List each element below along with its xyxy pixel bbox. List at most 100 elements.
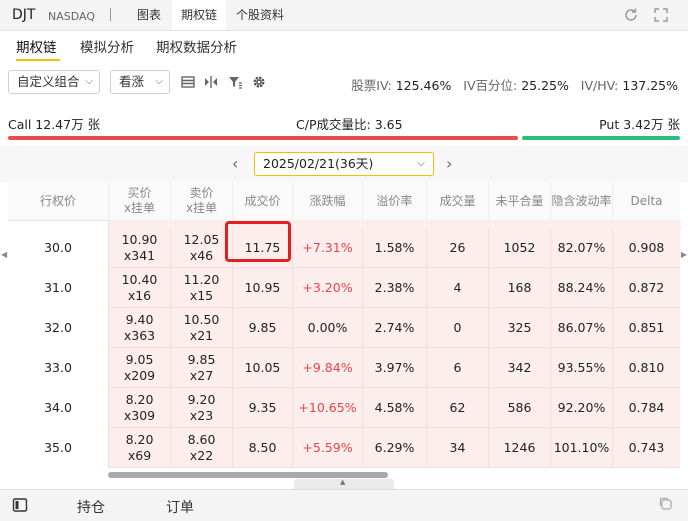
ask-cell: 9.85 x27 bbox=[170, 348, 232, 388]
last-price-cell: 9.35 bbox=[232, 388, 292, 428]
table-row[interactable]: 30.0 10.90 x341 12.05 x46 11.75 +7.31% 1.58% 26 1… bbox=[8, 228, 680, 268]
tab-orders[interactable]: 订单 bbox=[166, 497, 194, 517]
left-scroll-arrow[interactable]: ◀ bbox=[1, 250, 7, 259]
last-price-cell: 10.95 bbox=[232, 268, 292, 308]
table-layout-icon[interactable] bbox=[180, 74, 196, 90]
copy-icon[interactable] bbox=[658, 496, 674, 512]
chevron-down-icon: ⌵ bbox=[85, 76, 93, 87]
ask-cell: 9.20 x23 bbox=[170, 388, 232, 428]
premium-cell: 2.38% bbox=[362, 268, 426, 308]
header-bid[interactable]: 买价 x挂单 bbox=[108, 182, 170, 220]
ask-size: x15 bbox=[189, 287, 214, 303]
tab-positions[interactable]: 持仓 bbox=[77, 497, 105, 517]
bid-cell: 10.90 x341 bbox=[108, 228, 170, 268]
tab-option-chain[interactable]: 期权链 bbox=[172, 0, 226, 30]
change-cell: +9.84% bbox=[292, 348, 362, 388]
ask-cell: 10.50 x21 bbox=[170, 308, 232, 348]
stock-iv-label: 股票IV: bbox=[351, 78, 392, 93]
table-row[interactable]: 32.0 9.40 x363 10.50 x21 9.85 0.00% 2.74% 0 325 86… bbox=[8, 308, 680, 348]
ask-size: x22 bbox=[189, 447, 214, 463]
delta-cell: 0.743 bbox=[612, 428, 680, 468]
bid-cell: 10.40 x16 bbox=[108, 268, 170, 308]
header-ask[interactable]: 卖价 x挂单 bbox=[170, 182, 232, 220]
strike-cell: 33.0 bbox=[44, 360, 72, 375]
header-implied-vol[interactable]: 隐含波动率 bbox=[550, 182, 612, 220]
volume-cell: 4 bbox=[426, 268, 488, 308]
volume-cell: 0 bbox=[426, 308, 488, 348]
ask-price: 12.05 bbox=[183, 231, 220, 247]
ask-price: 10.50 bbox=[183, 311, 220, 327]
delta-cell: 0.810 bbox=[612, 348, 680, 388]
open-interest-cell: 1052 bbox=[488, 228, 550, 268]
header-strike[interactable]: 行权价 bbox=[8, 182, 108, 220]
last-price-cell: 8.50 bbox=[232, 428, 292, 468]
strike-cell: 31.0 bbox=[44, 280, 72, 295]
iv-stats: 股票IV: 125.46% IV百分位: 25.25% IV/HV: 137.2… bbox=[351, 75, 678, 94]
header-delta[interactable]: Delta bbox=[612, 182, 680, 220]
sidebar-toggle-icon[interactable] bbox=[12, 497, 28, 513]
table-row[interactable]: 33.0 9.05 x209 9.85 x27 10.05 +9.84% 3.97% 6 342 9… bbox=[8, 348, 680, 388]
bid-price: 8.20 bbox=[125, 431, 154, 447]
filter-icon[interactable] bbox=[227, 74, 243, 90]
ask-size: x21 bbox=[189, 327, 214, 343]
combo-dropdown[interactable]: 自定义组合 ⌵ bbox=[8, 70, 100, 94]
iv-percentile-label: IV百分位: bbox=[463, 78, 518, 93]
subtab-option-chain[interactable]: 期权链 bbox=[16, 36, 57, 56]
premium-cell: 6.29% bbox=[362, 428, 426, 468]
direction-dropdown-label: 看涨 bbox=[119, 74, 145, 89]
next-expiry-arrow[interactable]: › bbox=[446, 154, 452, 173]
open-interest-cell: 586 bbox=[488, 388, 550, 428]
stock-iv-value: 125.46% bbox=[395, 78, 452, 93]
refresh-icon[interactable] bbox=[622, 6, 640, 24]
ask-price: 11.20 bbox=[183, 271, 220, 287]
ask-price: 9.85 bbox=[187, 351, 216, 367]
header-premium[interactable]: 溢价率 bbox=[362, 182, 426, 220]
strike-cell: 34.0 bbox=[44, 400, 72, 415]
call-volume: Call 12.47万 张 bbox=[8, 117, 101, 132]
open-interest-cell: 168 bbox=[488, 268, 550, 308]
header-last[interactable]: 成交价 bbox=[232, 182, 292, 220]
bid-price: 10.90 bbox=[121, 231, 158, 247]
table-row[interactable]: 34.0 8.20 x309 9.20 x23 9.35 +10.65% 4.58% 62 586… bbox=[8, 388, 680, 428]
change-cell: 0.00% bbox=[292, 308, 362, 348]
header-change[interactable]: 涨跌幅 bbox=[292, 182, 362, 220]
columns-icon[interactable] bbox=[203, 74, 219, 90]
last-price-cell: 9.85 bbox=[232, 308, 292, 348]
volume-cell: 34 bbox=[426, 428, 488, 468]
subtab-option-data-analysis[interactable]: 期权数据分析 bbox=[156, 36, 237, 56]
chevron-down-icon: ⌵ bbox=[155, 76, 163, 87]
expiry-select[interactable]: 2025/02/21(36天) ⌵ bbox=[254, 152, 434, 176]
implied-vol-cell: 86.07% bbox=[550, 308, 612, 348]
open-interest-cell: 342 bbox=[488, 348, 550, 388]
strike-cell: 30.0 bbox=[44, 240, 72, 255]
put-volume-bar bbox=[522, 136, 680, 140]
ask-price: 9.20 bbox=[187, 391, 216, 407]
volume-cell: 62 bbox=[426, 388, 488, 428]
active-tab-indicator bbox=[16, 59, 60, 61]
tab-chart[interactable]: 图表 bbox=[126, 0, 172, 30]
expand-icon[interactable] bbox=[652, 6, 670, 24]
prev-expiry-arrow[interactable]: ‹ bbox=[232, 154, 238, 173]
premium-cell: 1.58% bbox=[362, 228, 426, 268]
tab-stock-profile[interactable]: 个股资料 bbox=[228, 0, 292, 30]
bid-size: x341 bbox=[123, 247, 156, 263]
iv-percentile-value: 25.25% bbox=[521, 78, 569, 93]
bid-cell: 9.05 x209 bbox=[108, 348, 170, 388]
bid-size: x209 bbox=[123, 367, 156, 383]
table-row[interactable]: 35.0 8.20 x69 8.60 x22 8.50 +5.59% 6.29% 34 1246 1… bbox=[8, 428, 680, 468]
ask-price: 8.60 bbox=[187, 431, 216, 447]
bid-cell: 8.20 x69 bbox=[108, 428, 170, 468]
subtab-simulation[interactable]: 模拟分析 bbox=[80, 36, 134, 56]
header-open-interest[interactable]: 未平合量 bbox=[488, 182, 550, 220]
gear-icon[interactable] bbox=[251, 74, 267, 90]
table-row[interactable]: 31.0 10.40 x16 11.20 x15 10.95 +3.20% 2.38% 4 168… bbox=[8, 268, 680, 308]
bid-price: 10.40 bbox=[121, 271, 158, 287]
implied-vol-cell: 93.55% bbox=[550, 348, 612, 388]
direction-dropdown[interactable]: 看涨 ⌵ bbox=[110, 70, 170, 94]
panel-resize-handle[interactable]: ▲ bbox=[294, 478, 394, 489]
bid-size: x363 bbox=[123, 327, 156, 343]
premium-cell: 4.58% bbox=[362, 388, 426, 428]
header-volume[interactable]: 成交量 bbox=[426, 182, 488, 220]
right-scroll-arrow[interactable]: ▶ bbox=[681, 250, 687, 259]
horizontal-scrollbar[interactable] bbox=[108, 472, 388, 478]
